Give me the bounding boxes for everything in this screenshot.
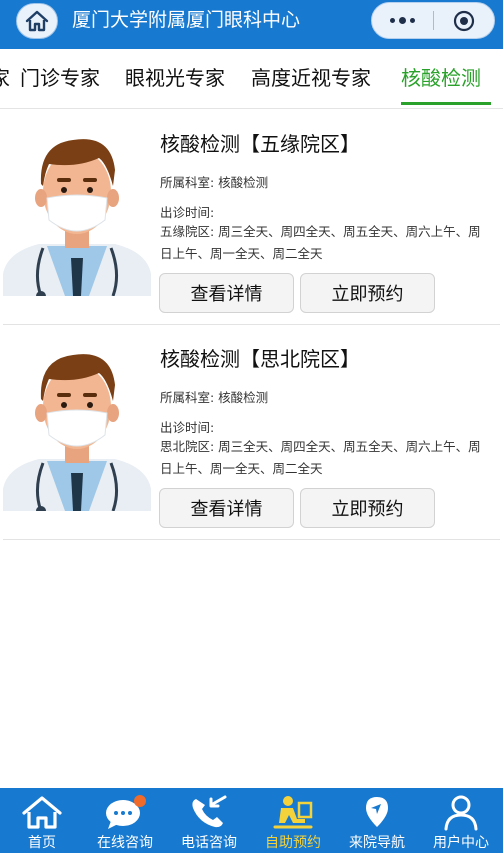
nav-label: 用户中心 (433, 835, 489, 851)
card-divider (3, 539, 500, 540)
nav-label: 首页 (28, 835, 56, 851)
top-bar: 厦门大学附属厦门眼科中心 (0, 0, 503, 49)
self-booking-icon (273, 796, 313, 829)
view-details-button[interactable]: 查看详情 (159, 273, 294, 313)
page-title: 厦门大学附属厦门眼科中心 (72, 9, 301, 31)
nav-label: 电话咨询 (181, 835, 237, 851)
nav-label: 在线咨询 (97, 835, 153, 851)
schedule-label: 出诊时间: (160, 205, 215, 220)
location-icon (366, 797, 388, 827)
close-mini-program-button[interactable] (434, 3, 494, 38)
nav-label: 自助预约 (265, 835, 321, 851)
doctor-avatar (3, 354, 151, 511)
nav-item-phone-consult[interactable]: 电话咨询 (167, 788, 251, 853)
doctor-title: 核酸检测【五缘院区】 (160, 132, 360, 156)
book-now-button[interactable]: 立即预约 (300, 488, 435, 528)
nav-item-user-center[interactable]: 用户中心 (419, 788, 503, 853)
home-icon (22, 796, 62, 829)
nav-item-self-booking[interactable]: 自助预约 (251, 788, 335, 853)
schedule-label: 出诊时间: (160, 420, 215, 435)
home-button[interactable] (16, 3, 58, 39)
schedule-text: 思北院区: 周三全天、周四全天、周五全天、周六上午、周日上午、周一全天、周二全天 (160, 439, 481, 476)
user-icon (444, 795, 478, 831)
tab-partial[interactable]: 家 (0, 65, 10, 91)
department-label: 所属科室: 核酸检测 (160, 390, 269, 405)
chat-icon (106, 795, 146, 829)
home-icon (25, 10, 49, 32)
bottom-nav: 首页 在线咨询 电话咨询 自助预约 来院导航 用户中心 (0, 788, 503, 853)
doctor-title: 核酸检测【思北院区】 (160, 347, 360, 371)
department-label: 所属科室: 核酸检测 (160, 175, 269, 190)
doctor-avatar (3, 139, 151, 296)
category-tabs: 家 门诊专家 眼视光专家 高度近视专家 核酸检测 (0, 49, 503, 109)
doctor-card: 核酸检测【五缘院区】 所属科室: 核酸检测 出诊时间: 五缘院区: 周三全天、周… (0, 110, 503, 325)
nav-item-navigation[interactable]: 来院导航 (335, 788, 419, 853)
more-icon (388, 17, 417, 24)
tab-clinic-experts[interactable]: 门诊专家 (20, 65, 100, 91)
tab-nucleic-acid-test[interactable]: 核酸检测 (401, 65, 481, 91)
tab-optometry-experts[interactable]: 眼视光专家 (125, 65, 225, 91)
mini-program-capsule (371, 2, 495, 39)
nav-item-online-consult[interactable]: 在线咨询 (83, 788, 167, 853)
nav-item-home[interactable]: 首页 (0, 788, 84, 853)
tab-high-myopia-experts[interactable]: 高度近视专家 (251, 65, 371, 91)
more-button[interactable] (372, 3, 433, 38)
book-now-button[interactable]: 立即预约 (300, 273, 435, 313)
target-icon (453, 10, 475, 31)
doctor-card: 核酸检测【思北院区】 所属科室: 核酸检测 出诊时间: 思北院区: 周三全天、周… (0, 325, 503, 540)
schedule-text: 五缘院区: 周三全天、周四全天、周五全天、周六上午、周日上午、周一全天、周二全天 (160, 224, 481, 261)
active-tab-indicator (401, 102, 491, 105)
nav-label: 来院导航 (349, 835, 405, 851)
phone-icon (192, 795, 227, 828)
view-details-button[interactable]: 查看详情 (159, 488, 294, 528)
